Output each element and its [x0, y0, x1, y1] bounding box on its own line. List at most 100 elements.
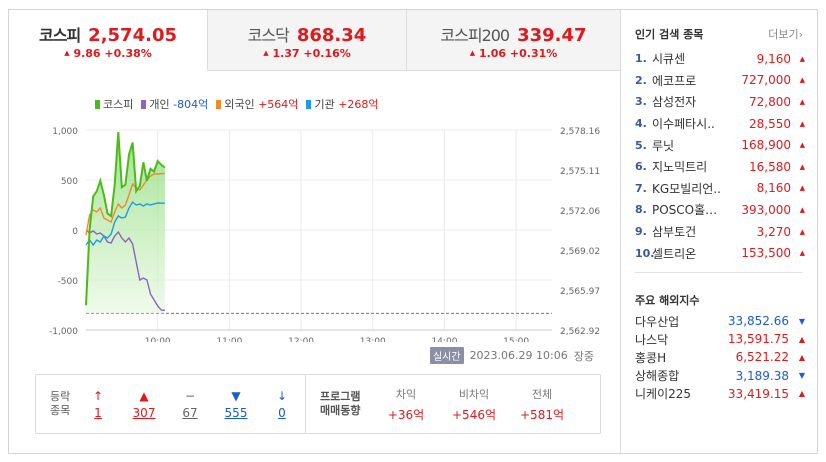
fall-icon: ▼ [231, 388, 241, 403]
popular-list: 1. 시큐센 9,160 ▲ 2. 에코프로 727,000 ▲ 3. 삼성전자 72,800 ▲ 4.… [635, 48, 805, 264]
popular-price: 8,160 [756, 181, 791, 196]
breadth-fall: ▼ 555 [213, 389, 259, 420]
popular-price: 727,000 [741, 73, 791, 88]
up-triangle-icon: ▲ [799, 76, 805, 85]
tab-change: 1.37 +0.16% [272, 47, 351, 60]
popular-rank: 5. [635, 138, 647, 152]
up-triangle-icon: ▲ [469, 49, 476, 57]
program-value: +546억 [452, 407, 496, 422]
overseas-item[interactable]: 니케이225 33,419.15 ▲ [635, 385, 805, 403]
tab-value: 2,574.05 [88, 25, 177, 46]
popular-item[interactable]: 7. KG모빌리언.. 8,160 ▲ [635, 178, 805, 200]
y-left-tick-label: 0 [72, 227, 78, 237]
legend-swatch [95, 100, 100, 109]
popular-price: 153,500 [741, 246, 791, 261]
y-right-tick-label: 2,565.97 [560, 287, 600, 297]
market-widget: 코스피 2,574.05 ▲ 9.86 +0.38% 코스닥 868.34 ▲ … [8, 9, 818, 454]
breadth-count-link[interactable]: 1 [75, 406, 121, 420]
popular-name: 루닛 [652, 138, 675, 153]
popular-item[interactable]: 1. 시큐센 9,160 ▲ [635, 48, 805, 70]
up-triangle-icon: ▲ [798, 334, 805, 344]
up-triangle-icon: ▲ [263, 49, 269, 57]
overseas-value: 3,189.38 [735, 368, 789, 383]
popular-rank: 9. [635, 225, 647, 239]
popular-name: KG모빌리언.. [652, 181, 721, 196]
popular-item[interactable]: 6. 지노믹트리 16,580 ▲ [635, 156, 805, 178]
popular-item[interactable]: 8. POSCO홀… 393,000 ▲ [635, 199, 805, 221]
overseas-value: 6,521.22 [735, 350, 789, 365]
overseas-title: 주요 해외지수 [635, 294, 700, 307]
popular-item[interactable]: 4. 이수페타시.. 28,550 ▲ [635, 113, 805, 135]
tab-kosdaq[interactable]: 코스닥 868.34 ▲ 1.37 +0.16% [208, 10, 407, 71]
up-triangle-icon: ▲ [799, 162, 805, 171]
popular-item[interactable]: 9. 삼부토건 3,270 ▲ [635, 221, 805, 243]
timestamp-datetime: 2023.06.29 10:06 [469, 349, 568, 362]
lower-limit-icon: ↓ [276, 388, 288, 403]
popular-rank: 3. [635, 95, 647, 109]
breadth-count-link[interactable]: 555 [213, 406, 259, 420]
popular-title: 인기 검색 종목 [635, 28, 704, 41]
popular-rank: 10. [635, 246, 655, 260]
breadth-upper-limit: ↑ 1 [75, 389, 121, 420]
x-tick-label: 13:00 [360, 337, 386, 342]
tab-kospi[interactable]: 코스피 2,574.05 ▲ 9.86 +0.38% [9, 10, 208, 71]
popular-price: 3,270 [756, 224, 791, 239]
timestamp-row: 실시간 2023.06.29 10:06 장중 [429, 347, 594, 364]
overseas-item[interactable]: 다우산업 33,852.66 ▼ [635, 312, 805, 330]
popular-name: 에코프로 [652, 73, 697, 88]
up-triangle-icon: ▲ [799, 97, 805, 106]
program-columns: 차익 +36억 비차익 +546억 전체 +581억 [372, 386, 576, 423]
breadth-count-link[interactable]: 307 [121, 406, 167, 420]
legend-swatch [216, 100, 222, 109]
overseas-item[interactable]: 상해종합 3,189.38 ▼ [635, 367, 805, 385]
breadth-count-link[interactable]: 67 [167, 406, 213, 420]
popular-price: 168,900 [741, 138, 791, 153]
tab-name: 코스닥 [247, 26, 290, 45]
overseas-item[interactable]: 나스닥 13,591.75 ▲ [635, 330, 805, 348]
market-status: 장중 [573, 349, 594, 363]
tab-name: 코스피200 [440, 26, 510, 45]
up-triangle-icon: ▲ [799, 205, 805, 214]
popular-name: 지노믹트리 [652, 160, 708, 175]
x-tick-label: 11:00 [216, 337, 242, 342]
tab-value: 339.47 [517, 25, 587, 46]
up-triangle-icon: ▲ [799, 119, 805, 128]
popular-name: 삼부토건 [652, 225, 697, 240]
popular-item[interactable]: 3. 삼성전자 72,800 ▲ [635, 91, 805, 113]
chevron-right-icon: › [798, 28, 803, 41]
rise-icon: ▲ [139, 388, 149, 403]
program-item: 전체 +581억 [508, 386, 576, 423]
popular-item[interactable]: 2. 에코프로 727,000 ▲ [635, 70, 805, 92]
popular-price: 16,580 [749, 159, 791, 174]
popular-item[interactable]: 5. 루닛 168,900 ▲ [635, 134, 805, 156]
y-right-tick-label: 2,569.02 [560, 247, 600, 257]
program-heading-line: 프로그램 [320, 390, 361, 403]
program-heading-line: 매매동향 [320, 404, 361, 417]
overseas-name: 홍콩H [635, 350, 667, 365]
overseas-item[interactable]: 홍콩H 6,521.22 ▲ [635, 348, 805, 366]
popular-name: 시큐센 [652, 52, 686, 67]
overseas-value: 13,591.75 [727, 332, 789, 347]
y-right-tick-label: 2,575.11 [560, 167, 600, 177]
x-tick-label: 12:00 [288, 337, 314, 342]
x-tick-label: 10:00 [145, 337, 171, 342]
popular-rank: 8. [635, 203, 647, 217]
legend-swatch [306, 100, 312, 109]
up-triangle-icon: ▲ [799, 54, 805, 63]
up-triangle-icon: ▲ [798, 352, 805, 362]
breadth-count-link[interactable]: 0 [259, 406, 305, 420]
up-triangle-icon: ▲ [799, 141, 805, 150]
y-right-tick-label: 2,572.06 [560, 207, 600, 217]
popular-price: 28,550 [749, 116, 791, 131]
y-right-tick-label: 2,578.16 [560, 127, 600, 137]
overseas-list: 다우산업 33,852.66 ▼ 나스닥 13,591.75 ▲ 홍콩H 6,521.22 ▲ 상… [635, 312, 805, 403]
popular-item[interactable]: 10. 셀트리온 153,500 ▲ [635, 242, 805, 264]
divider [635, 272, 803, 273]
popular-price: 72,800 [749, 94, 791, 109]
tab-kospi200[interactable]: 코스피200 339.47 ▲ 1.06 +0.31% [407, 10, 620, 71]
down-triangle-icon: ▼ [798, 316, 805, 326]
overseas-name: 상해종합 [635, 369, 680, 384]
index-panel: 코스피 2,574.05 ▲ 9.86 +0.38% 코스닥 868.34 ▲ … [9, 10, 620, 453]
realtime-badge[interactable]: 실시간 [429, 347, 464, 364]
more-link[interactable]: 더보기› [768, 26, 803, 42]
